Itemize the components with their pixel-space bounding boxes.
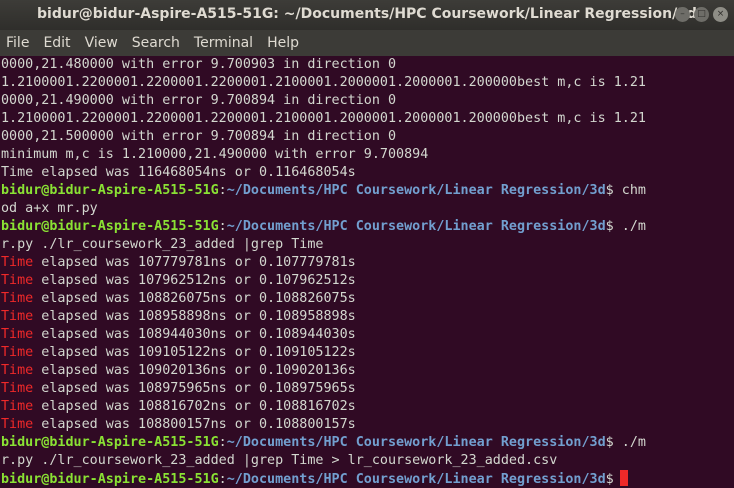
prompt-separator: : — [218, 219, 227, 234]
prompt-user: bidur@bidur-Aspire-A515-51G — [1, 472, 219, 487]
maximize-button[interactable]: □ — [694, 7, 709, 22]
output-line: 0000,21.480000 with error 9.700903 in di… — [1, 57, 397, 72]
prompt-path: ~/Documents/HPC Coursework/Linear Regres… — [226, 183, 606, 198]
grep-rest: elapsed was 108975965ns or 0.108975965s — [33, 381, 356, 396]
grep-match: Time — [1, 399, 34, 414]
grep-result-line: Time elapsed was 108826075ns or 0.108826… — [1, 290, 734, 308]
grep-result-line: Time elapsed was 108816702ns or 0.108816… — [1, 398, 734, 416]
grep-result-line: Time elapsed was 109020136ns or 0.109020… — [1, 362, 734, 380]
menu-edit[interactable]: Edit — [43, 35, 70, 51]
grep-result-line: Time elapsed was 108958898ns or 0.108958… — [1, 308, 734, 326]
grep-match: Time — [1, 345, 34, 360]
prompt-symbol: $ — [605, 183, 614, 198]
grep-match: Time — [1, 363, 34, 378]
grep-match: Time — [1, 417, 34, 432]
prompt-separator: : — [218, 435, 227, 450]
prompt-separator: : — [218, 472, 227, 487]
prompt-line: bidur@bidur-Aspire-A515-51G:~/Documents/… — [1, 218, 734, 236]
grep-match: Time — [1, 309, 34, 324]
prompt-symbol: $ — [605, 472, 614, 487]
prompt-separator: : — [218, 183, 227, 198]
command-text: chm — [613, 183, 646, 198]
output-line: 1.2100001.2200001.2200001.2200001.210000… — [1, 111, 646, 126]
prompt-line: bidur@bidur-Aspire-A515-51G:~/Documents/… — [1, 434, 734, 452]
grep-rest: elapsed was 107962512ns or 0.107962512s — [33, 273, 356, 288]
window-title: bidur@bidur-Aspire-A515-51G: ~/Documents… — [37, 6, 697, 22]
prompt-symbol: $ — [605, 219, 614, 234]
command-continuation: r.py ./lr_coursework_23_added |grep Time… — [1, 453, 558, 468]
grep-match: Time — [1, 273, 34, 288]
output-line: 0000,21.500000 with error 9.700894 in di… — [1, 129, 397, 144]
command-continuation: od a+x mr.py — [1, 201, 98, 216]
minimize-button[interactable]: – — [675, 7, 690, 22]
active-prompt-line[interactable]: bidur@bidur-Aspire-A515-51G:~/Documents/… — [1, 470, 734, 488]
prompt-user: bidur@bidur-Aspire-A515-51G — [1, 435, 219, 450]
menu-file[interactable]: File — [6, 35, 29, 51]
prompt-line: bidur@bidur-Aspire-A515-51G:~/Documents/… — [1, 182, 734, 200]
output-line: 1.2100001.2200001.2200001.2200001.210000… — [1, 75, 646, 90]
text-cursor[interactable] — [619, 470, 628, 486]
terminal-window: bidur@bidur-Aspire-A515-51G: ~/Documents… — [0, 0, 734, 488]
grep-rest: elapsed was 109020136ns or 0.109020136s — [33, 363, 356, 378]
menu-bar: File Edit View Search Terminal Help — [0, 30, 734, 56]
grep-rest: elapsed was 109105122ns or 0.109105122s — [33, 345, 356, 360]
grep-match: Time — [1, 327, 34, 342]
command-text: ./m — [613, 435, 646, 450]
output-line: Time elapsed was 116468054ns or 0.116468… — [1, 165, 356, 180]
prompt-user: bidur@bidur-Aspire-A515-51G — [1, 219, 219, 234]
title-bar[interactable]: bidur@bidur-Aspire-A515-51G: ~/Documents… — [0, 0, 734, 30]
grep-result-line: Time elapsed was 108944030ns or 0.108944… — [1, 326, 734, 344]
grep-rest: elapsed was 108958898ns or 0.108958898s — [33, 309, 356, 324]
grep-match: Time — [1, 381, 34, 396]
prompt-path: ~/Documents/HPC Coursework/Linear Regres… — [226, 435, 606, 450]
prompt-symbol: $ — [605, 435, 614, 450]
command-text: ./m — [613, 219, 646, 234]
grep-rest: elapsed was 108944030ns or 0.108944030s — [33, 327, 356, 342]
grep-result-line: Time elapsed was 107962512ns or 0.107962… — [1, 272, 734, 290]
prompt-path: ~/Documents/HPC Coursework/Linear Regres… — [226, 219, 606, 234]
prompt-user: bidur@bidur-Aspire-A515-51G — [1, 183, 219, 198]
command-continuation: r.py ./lr_coursework_23_added |grep Time — [1, 237, 324, 252]
grep-result-line: Time elapsed was 107779781ns or 0.107779… — [1, 254, 734, 272]
grep-match: Time — [1, 291, 34, 306]
menu-help[interactable]: Help — [267, 35, 299, 51]
grep-result-line: Time elapsed was 108975965ns or 0.108975… — [1, 380, 734, 398]
grep-rest: elapsed was 108816702ns or 0.108816702s — [33, 399, 356, 414]
grep-result-line: Time elapsed was 109105122ns or 0.109105… — [1, 344, 734, 362]
grep-rest: elapsed was 107779781ns or 0.107779781s — [33, 255, 356, 270]
menu-view[interactable]: View — [85, 35, 118, 51]
grep-rest: elapsed was 108800157ns or 0.108800157s — [33, 417, 356, 432]
close-button[interactable]: × — [713, 7, 728, 22]
menu-terminal[interactable]: Terminal — [194, 35, 253, 51]
prompt-path: ~/Documents/HPC Coursework/Linear Regres… — [226, 472, 606, 487]
output-line: minimum m,c is 1.210000,21.490000 with e… — [1, 147, 429, 162]
grep-rest: elapsed was 108826075ns or 0.108826075s — [33, 291, 356, 306]
terminal-output[interactable]: 0000,21.480000 with error 9.700903 in di… — [0, 56, 734, 488]
grep-result-line: Time elapsed was 108800157ns or 0.108800… — [1, 416, 734, 434]
grep-match: Time — [1, 255, 34, 270]
output-line: 0000,21.490000 with error 9.700894 in di… — [1, 93, 397, 108]
menu-search[interactable]: Search — [132, 35, 180, 51]
